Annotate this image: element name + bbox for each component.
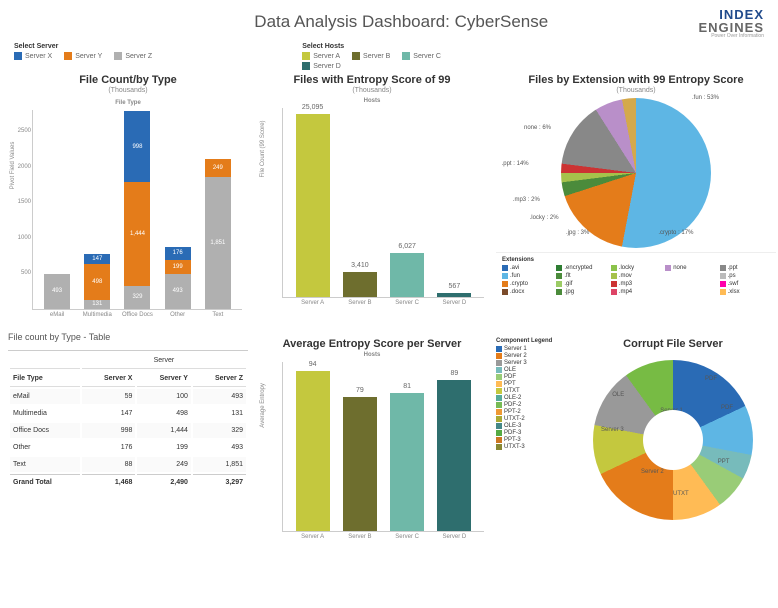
legend-item: UTXT [496,388,566,394]
stacked-bar: 131498147Multimedia [84,254,110,309]
legend-item: .encrypted [556,265,606,271]
extension-legend: Extensions .avi.encrypted.lockynone.ppt.… [496,252,776,299]
chart-title-avgentropy: Average Entropy Score per Server [252,338,492,350]
table-title: File count by Type - Table [8,332,248,342]
legend-item: OLE-3 [496,423,566,429]
legend-item: .avi [502,265,552,271]
bar: 94Server A [296,371,330,531]
server-legend: Select Server Server XServer YServer Z [14,43,152,70]
legend-item: OLE-2 [496,395,566,401]
legend-item: .jpg [556,289,606,295]
file-count-table: Server File TypeServer XServer YServer Z… [8,350,248,492]
legend-item: PDF-3 [496,430,566,436]
avg-entropy-chart: Average Entropy 94Server A79Server B81Se… [282,362,484,532]
bar: 81Server C [390,393,424,531]
component-legend: Component Legend Server 1Server 2Server … [496,338,566,588]
bar: 89Server D [437,380,471,531]
legend-item: .flt [556,273,606,279]
table-row-total: Grand Total1,4682,4903,297 [10,474,246,490]
legend-item: none [665,265,715,271]
page-title: Data Analysis Dashboard: CyberSense [104,12,698,32]
legend-item: Server 3 [496,360,566,366]
table-row: Multimedia147498131 [10,406,246,421]
donut-chart: Server 1 Server 2 Server 3 OLE PDF PPT U… [593,360,753,520]
chart-title-corrupt: Corrupt File Server [570,338,776,350]
legend-item [665,281,715,287]
legend-item: .mp3 [611,281,661,287]
legend-item [665,289,715,295]
legend-item[interactable]: Server X [14,52,52,60]
legend-item[interactable]: Server A [302,52,340,60]
table-row: Other176199493 [10,440,246,455]
legend-item: .docx [502,289,552,295]
legend-item: Server 1 [496,346,566,352]
legend-item: .mov [611,273,661,279]
legend-item: .crypto [502,281,552,287]
table-row: Text882491,851 [10,457,246,472]
legend-item: UTXT-3 [496,444,566,450]
bar: 79Server B [343,397,377,531]
stacked-bar-chart: 5001000150020002500 Pivot Field Values 4… [32,110,242,310]
bar: 6,027Server C [390,253,424,297]
legend-item[interactable]: Server B [352,52,390,60]
legend-item: PPT-2 [496,409,566,415]
legend-item: .fun [502,273,552,279]
legend-item: PDF [496,374,566,380]
stacked-bar: 1,851249Text [205,159,231,309]
pie-chart: .fun : 53%.crypto : 17%.jpg : 3%.locky :… [496,98,776,248]
legend-item: Server 2 [496,353,566,359]
legend-item: OLE [496,367,566,373]
legend-item: .swf [720,281,770,287]
table-row: eMail59100493 [10,389,246,404]
legend-item: .mp4 [611,289,661,295]
table-row: Office Docs9981,444329 [10,423,246,438]
legend-item: PPT [496,381,566,387]
entropy-bar-chart: File Count (99 Score) 25,095Server A3,41… [282,108,484,298]
chart-title-entropy99: Files with Entropy Score of 99 [252,74,492,86]
legend-item: PDF-2 [496,402,566,408]
legend-item: .ppt [720,265,770,271]
legend-item[interactable]: Server D [302,62,341,70]
stacked-bar: 493199176Other [165,247,191,309]
chart-title-filecount: File Count/by Type [8,74,248,86]
legend-item: .locky [611,265,661,271]
logo: INDEX ENGINES Power Over Information [698,8,764,39]
legend-item: .gif [556,281,606,287]
legend-item[interactable]: Server Y [64,52,102,60]
legend-item: .ps [720,273,770,279]
stacked-bar: 3291,444998Office Docs [124,111,150,309]
legend-item: UTXT-2 [496,416,566,422]
legend-item[interactable]: Server Z [114,52,152,60]
bar: 3,410Server B [343,272,377,297]
legend-item: .xlsx [720,289,770,295]
host-legend: Select Hosts Server AServer BServer CSer… [302,43,462,70]
chart-title-pie: Files by Extension with 99 Entropy Score [496,74,776,86]
legend-item[interactable]: Server C [402,52,441,60]
bar: 25,095Server A [296,114,330,297]
bar: 567Server D [437,293,471,297]
legend-item [665,273,715,279]
legend-item: PPT-3 [496,437,566,443]
stacked-bar: 493eMail [44,274,70,309]
